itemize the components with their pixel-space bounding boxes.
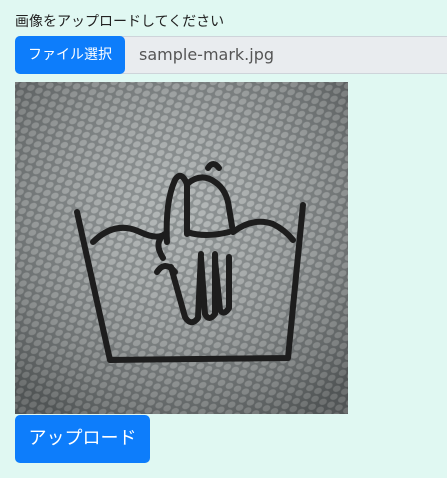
selected-file-name: sample-mark.jpg (139, 45, 275, 64)
image-preview (15, 82, 348, 414)
choose-file-button[interactable]: ファイル選択 (15, 36, 125, 74)
hand-wash-icon (15, 82, 348, 414)
upload-button[interactable]: アップロード (15, 415, 150, 463)
upload-prompt-label: 画像をアップロードしてください (15, 14, 225, 30)
